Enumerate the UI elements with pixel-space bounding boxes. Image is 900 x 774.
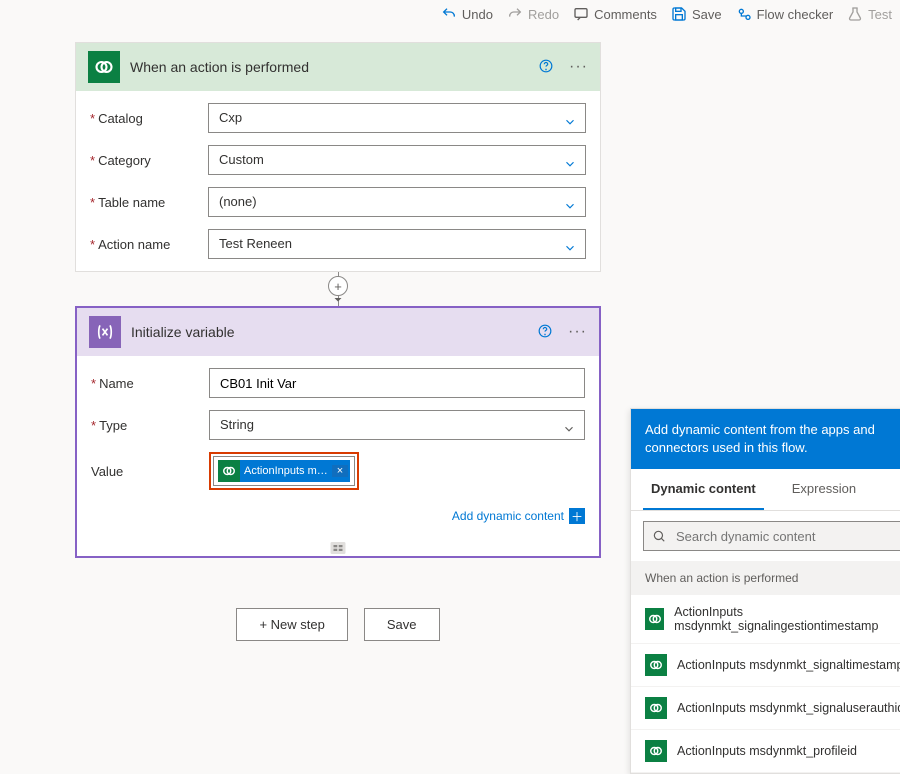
dynamic-content-item[interactable]: ActionInputs msdynmkt_signalingestiontim… xyxy=(631,595,900,644)
category-label: *Category xyxy=(90,153,208,168)
add-dynamic-content-button[interactable]: ＋ xyxy=(569,508,585,524)
table-name-label: *Table name xyxy=(90,195,208,210)
save-flow-button[interactable]: Save xyxy=(364,608,440,641)
new-step-button[interactable]: + New step xyxy=(236,608,347,641)
chevron-down-icon xyxy=(563,195,577,223)
help-icon[interactable] xyxy=(539,59,553,76)
action-title: Initialize variable xyxy=(131,324,538,340)
table-name-dropdown[interactable]: (none) xyxy=(208,187,586,217)
name-input[interactable] xyxy=(209,368,585,398)
flow-checker-icon xyxy=(736,6,752,22)
redo-button: Redo xyxy=(507,6,559,22)
catalog-label: *Catalog xyxy=(90,111,208,126)
search-input[interactable] xyxy=(674,528,900,545)
help-icon[interactable] xyxy=(538,324,552,341)
chevron-down-icon xyxy=(562,418,576,446)
flow-checker-label: Flow checker xyxy=(757,7,834,22)
trigger-card: When an action is performed ··· *Catalog… xyxy=(75,42,601,272)
test-label: Test xyxy=(868,7,892,22)
highlight-box: ActionInputs m… × xyxy=(209,452,359,490)
test-icon xyxy=(847,6,863,22)
type-label: *Type xyxy=(91,418,209,433)
dynamic-content-header: Add dynamic content from the apps and co… xyxy=(631,409,900,469)
more-icon[interactable]: ··· xyxy=(569,58,588,76)
category-dropdown[interactable]: Custom xyxy=(208,145,586,175)
undo-icon xyxy=(441,6,457,22)
dynamic-content-item[interactable]: ActionInputs msdynmkt_signaluserauthid xyxy=(631,687,900,730)
trigger-title: When an action is performed xyxy=(130,59,539,75)
dataverse-icon xyxy=(645,654,667,676)
tab-dynamic-content[interactable]: Dynamic content xyxy=(643,469,764,510)
connector: + xyxy=(75,272,601,306)
catalog-dropdown[interactable]: Cxp xyxy=(208,103,586,133)
dynamic-content-panel: Add dynamic content from the apps and co… xyxy=(630,408,900,774)
tab-expression[interactable]: Expression xyxy=(784,469,864,510)
save-icon xyxy=(671,6,687,22)
dynamic-content-item[interactable]: ActionInputs msdynmkt_signaltimestamp xyxy=(631,644,900,687)
name-label: *Name xyxy=(91,376,209,391)
chevron-down-icon xyxy=(563,153,577,181)
chevron-down-icon xyxy=(563,111,577,139)
item-label: ActionInputs msdynmkt_signalingestiontim… xyxy=(674,605,900,633)
search-box[interactable] xyxy=(643,521,900,551)
variable-icon xyxy=(89,316,121,348)
value-input[interactable]: ActionInputs m… × xyxy=(213,456,355,486)
redo-icon xyxy=(507,6,523,22)
action-name-label: *Action name xyxy=(90,237,208,252)
drag-handle-icon[interactable] xyxy=(329,540,347,556)
chevron-down-icon xyxy=(563,237,577,265)
trigger-header[interactable]: When an action is performed ··· xyxy=(76,43,600,91)
dynamic-content-section: When an action is performed xyxy=(631,561,900,595)
item-label: ActionInputs msdynmkt_signaltimestamp xyxy=(677,658,900,672)
initialize-variable-card: Initialize variable ··· *Name *Type Stri… xyxy=(75,306,601,558)
save-label: Save xyxy=(692,7,722,22)
save-button[interactable]: Save xyxy=(671,6,722,22)
dataverse-icon xyxy=(88,51,120,83)
dataverse-icon xyxy=(218,460,240,482)
type-dropdown[interactable]: String xyxy=(209,410,585,440)
undo-label: Undo xyxy=(462,7,493,22)
comments-label: Comments xyxy=(594,7,657,22)
pill-remove-button[interactable]: × xyxy=(332,465,348,477)
initialize-variable-header[interactable]: Initialize variable ··· xyxy=(77,308,599,356)
item-label: ActionInputs msdynmkt_profileid xyxy=(677,744,857,758)
more-icon[interactable]: ··· xyxy=(568,323,587,341)
test-button[interactable]: Test xyxy=(847,6,892,22)
dynamic-content-item[interactable]: ActionInputs msdynmkt_profileid xyxy=(631,730,900,773)
dynamic-content-pill[interactable]: ActionInputs m… × xyxy=(218,460,350,482)
comments-button[interactable]: Comments xyxy=(573,6,657,22)
flow-checker-button[interactable]: Flow checker xyxy=(736,6,834,22)
action-name-dropdown[interactable]: Test Reneen xyxy=(208,229,586,259)
dataverse-icon xyxy=(645,740,667,762)
dataverse-icon xyxy=(645,608,664,630)
undo-button[interactable]: Undo xyxy=(441,6,493,22)
dataverse-icon xyxy=(645,697,667,719)
redo-label: Redo xyxy=(528,7,559,22)
search-icon xyxy=(652,529,666,543)
pill-label: ActionInputs m… xyxy=(244,465,330,477)
value-label: Value xyxy=(91,464,209,479)
arrow-down-icon xyxy=(331,291,345,308)
comments-icon xyxy=(573,6,589,22)
item-label: ActionInputs msdynmkt_signaluserauthid xyxy=(677,701,900,715)
add-dynamic-content-link[interactable]: Add dynamic content xyxy=(452,509,564,523)
